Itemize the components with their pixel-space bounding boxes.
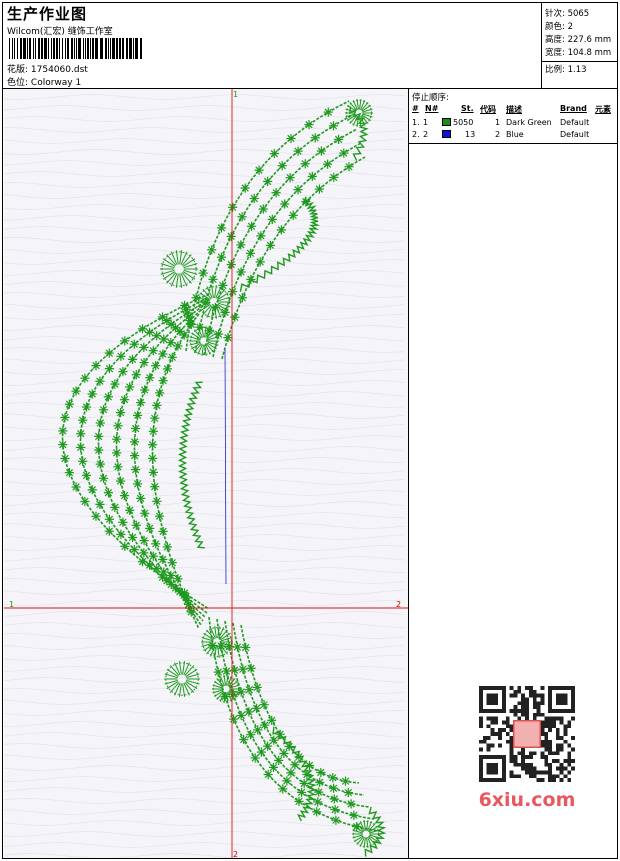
col-description: 描述 — [506, 105, 522, 114]
axis-label-top: 1 — [233, 90, 239, 99]
axis-label-left: 1 — [9, 600, 15, 609]
embroidery-design — [4, 89, 408, 858]
studio-name: Wilcom(汇宏) 缝饰工作室 — [7, 27, 113, 37]
stitch-row — [216, 618, 375, 820]
seal-icon — [512, 719, 542, 749]
col-element: 元素 — [595, 105, 611, 114]
col-needle: N# — [425, 104, 439, 113]
stat-width: 宽度: 104.8 mm — [545, 48, 612, 58]
stat-height: 高度: 227.6 mm — [545, 35, 612, 45]
col-code: 代码 — [480, 105, 496, 114]
color-swatch — [442, 130, 451, 138]
jump-stitch-line — [224, 348, 227, 585]
stat-colors: 颜色: 2 — [545, 22, 573, 32]
color-swatch — [442, 118, 451, 126]
worksheet-header: 生产作业图 Wilcom(汇宏) 缝饰工作室 花版: 1754060.dst 色… — [3, 3, 618, 89]
page-title: 生产作业图 — [7, 5, 88, 23]
qr-code-icon — [479, 686, 575, 782]
barcode-icon — [9, 38, 142, 59]
stitch-row — [232, 622, 365, 796]
stat-scale: 比例: 1.13 — [545, 65, 587, 75]
colorway-label: 色位: — [7, 78, 29, 88]
stat-stitches: 针次: 5065 — [545, 9, 590, 19]
col-index: # — [412, 104, 419, 113]
axis-label-right: 2 — [396, 600, 402, 609]
design-preview: 1 1 2 2 — [4, 89, 409, 858]
satin-outline — [177, 381, 205, 549]
stop-sequence-panel: 停止顺序: # N# St. 代码 描述 Brand 元素 1. 1 5050 … — [409, 89, 617, 144]
stats-divider — [542, 61, 618, 62]
col-stitches: St. — [461, 104, 474, 113]
stitch-row — [203, 128, 358, 356]
watermark-brand: 6xiu.com — [478, 789, 576, 811]
stop-sequence-title: 停止顺序: — [412, 93, 449, 103]
watermark: 6xiu.com — [470, 679, 584, 815]
axis-label-bottom: 2 — [233, 850, 239, 858]
stitch-row — [221, 156, 366, 360]
design-stats: 针次: 5065 颜色: 2 高度: 227.6 mm 宽度: 104.8 mm… — [541, 3, 618, 88]
design-file-name: 1754060.dst — [30, 65, 88, 75]
colorway: 色位: Colorway 1 — [7, 75, 81, 88]
flower-motif — [201, 626, 233, 658]
flower-motif — [164, 661, 200, 697]
design-file-label: 花版: — [7, 65, 29, 75]
design-file: 花版: 1754060.dst — [7, 62, 88, 75]
col-brand: Brand — [560, 104, 587, 113]
colorway-name: Colorway 1 — [30, 78, 82, 88]
